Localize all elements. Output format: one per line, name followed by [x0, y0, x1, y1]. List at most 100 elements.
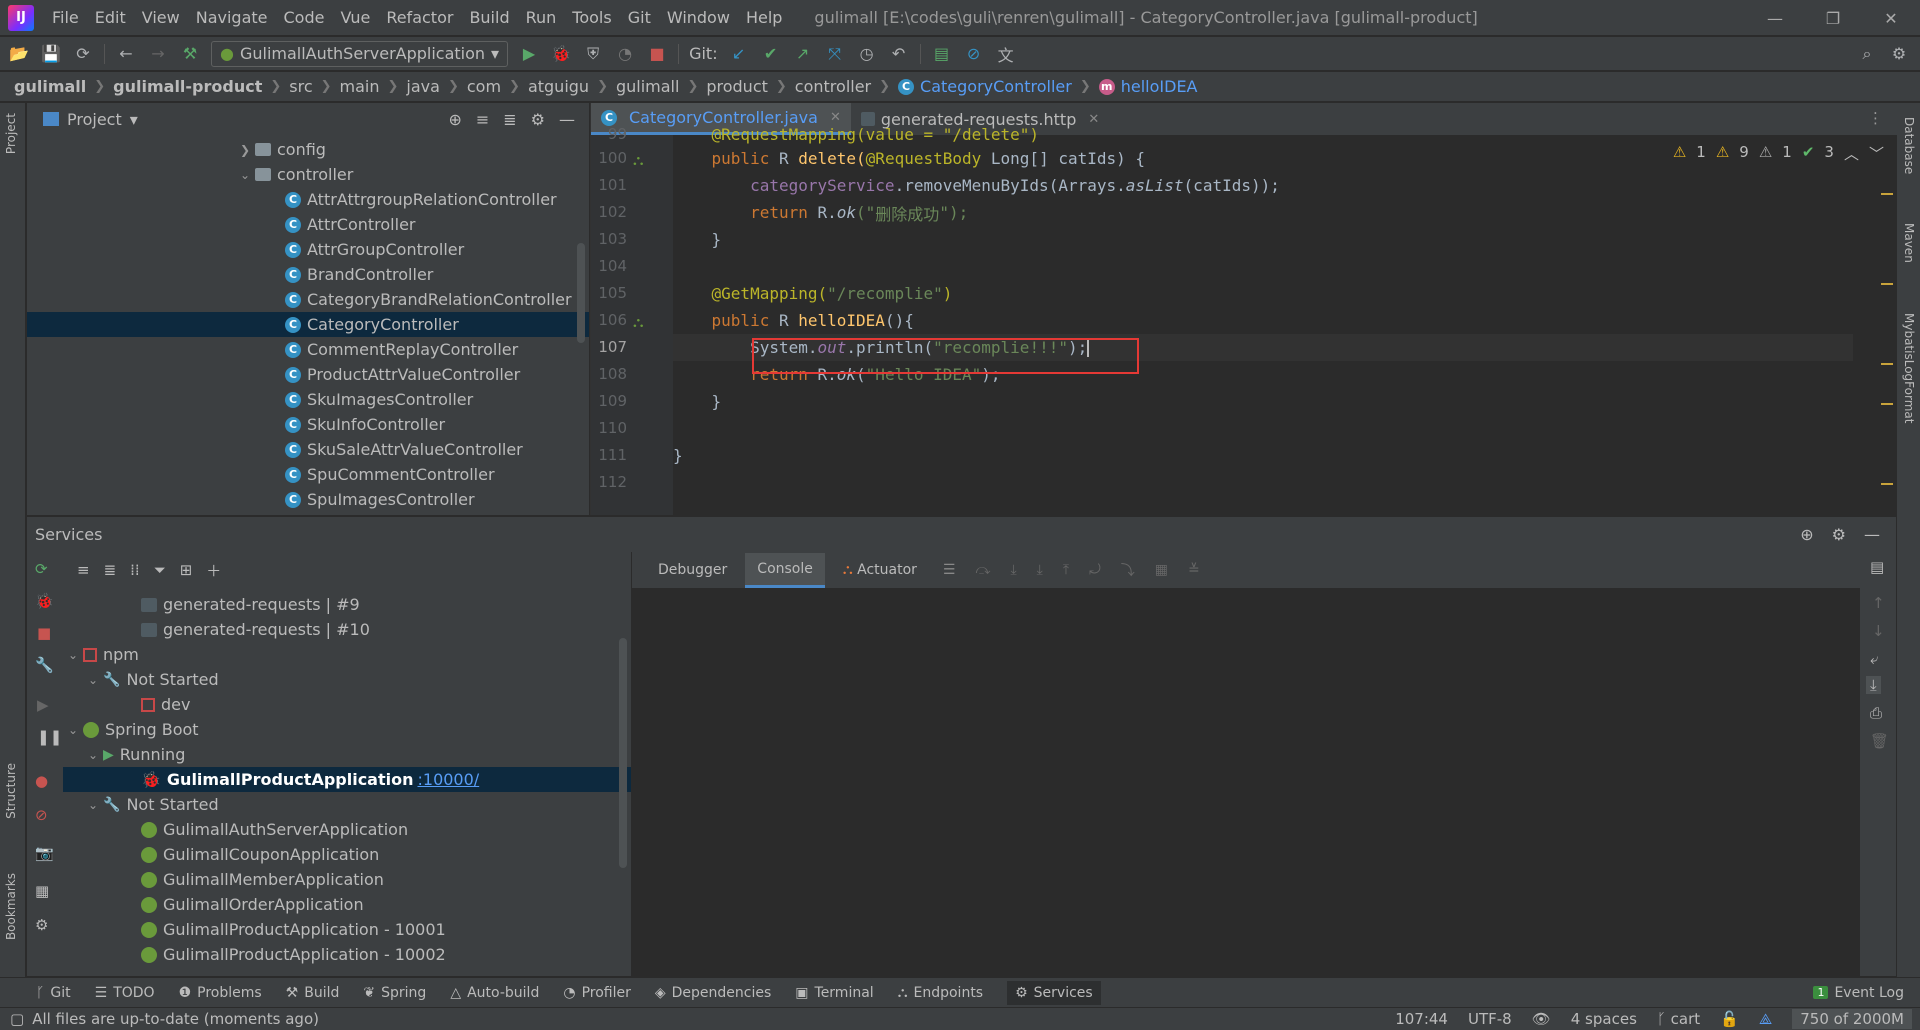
list-item[interactable]: GulimallAuthServerApplication — [141, 817, 408, 842]
disable-icon[interactable]: ⊘ — [963, 43, 985, 65]
breadcrumb-item[interactable]: gulimall — [14, 77, 86, 96]
add-service-icon[interactable]: ＋ — [206, 560, 221, 581]
list-item[interactable]: GulimallProductApplication - 10001 — [141, 917, 446, 942]
pause-icon[interactable]: ❚❚ — [37, 728, 62, 746]
tree-node-not-started[interactable]: ⌄ 🔧 Not Started — [83, 667, 219, 692]
resume-icon[interactable]: ▶ — [37, 696, 49, 714]
tool-terminal[interactable]: ▣ Terminal — [795, 985, 873, 1001]
spring-endpoint-icon[interactable]: ⛬ — [633, 151, 644, 169]
run-to-cursor-icon[interactable]: ⤵ — [1121, 560, 1135, 580]
back-icon[interactable]: ← — [115, 43, 137, 65]
chevron-down-icon[interactable]: ⌄ — [83, 673, 103, 687]
bookmarks-tool-button[interactable]: Bookmarks — [4, 873, 18, 940]
spring-endpoint-icon[interactable]: ⛬ — [633, 313, 644, 331]
monitor-icon[interactable]: ▤ — [931, 43, 953, 65]
globe-icon[interactable]: ⊕ — [1800, 525, 1813, 544]
git-commit-icon[interactable]: ✔ — [760, 43, 782, 65]
stop-icon[interactable]: ■ — [646, 43, 668, 65]
tab-actuator[interactable]: ⛬ Actuator — [831, 554, 929, 586]
print-icon[interactable]: ⎙ — [1870, 704, 1882, 722]
menu-build[interactable]: Build — [461, 8, 517, 27]
tree-class-item[interactable]: C ProductAttrValueController — [285, 362, 520, 387]
tool-spring[interactable]: ❦ Spring — [363, 985, 426, 1001]
trash-icon[interactable]: 🗑 — [1870, 732, 1889, 750]
menu-edit[interactable]: Edit — [87, 8, 134, 27]
save-icon[interactable]: 💾 — [40, 43, 62, 65]
tree-class-item[interactable]: C SkuInfoController — [285, 412, 445, 437]
port-link[interactable]: :10000/ — [418, 770, 480, 789]
chevron-down-icon[interactable]: ⌄ — [63, 648, 83, 662]
tool-services[interactable]: ⚙ Services — [1007, 980, 1101, 1005]
tree-node-npm[interactable]: ⌄ npm — [63, 642, 139, 667]
stop-icon[interactable]: ■ — [37, 624, 51, 642]
step-into-icon[interactable]: ⤓ — [1010, 562, 1016, 578]
tree-class-item[interactable]: C SpuImagesController — [285, 487, 475, 512]
list-item[interactable]: GulimallMemberApplication — [141, 867, 384, 892]
gear-icon[interactable]: ⚙ — [1832, 525, 1846, 544]
debug-icon[interactable]: 🐞 — [35, 592, 54, 610]
indent-setting[interactable]: 4 spaces — [1571, 1010, 1637, 1028]
menu-git[interactable]: Git — [620, 8, 659, 27]
menu-window[interactable]: Window — [659, 8, 738, 27]
sync-status-icon[interactable]: ⟁ — [1759, 1010, 1772, 1028]
menu-icon[interactable]: ☰ — [943, 562, 956, 578]
menu-tools[interactable]: Tools — [564, 8, 619, 27]
menu-refactor[interactable]: Refactor — [378, 8, 461, 27]
hide-icon[interactable]: — — [1864, 525, 1880, 544]
chevron-down-icon[interactable]: ⌄ — [83, 748, 103, 762]
settings-gear-icon[interactable]: ⚙ — [1888, 43, 1910, 65]
breadcrumb-item[interactable]: main — [340, 77, 380, 96]
list-item[interactable]: GulimallOrderApplication — [141, 892, 364, 917]
tree-class-item[interactable]: C SpuCommentController — [285, 462, 495, 487]
tree-class-item-selected[interactable]: C CategoryController — [27, 312, 589, 337]
locate-icon[interactable]: ⊕ — [448, 110, 461, 129]
tool-git[interactable]: ᚴ Git — [36, 985, 71, 1001]
run-configuration-dropdown[interactable]: ● GulimallAuthServerApplication ▾ — [211, 40, 509, 67]
run-icon[interactable]: ▶ — [518, 43, 540, 65]
mute-breakpoints-icon[interactable]: ⊘ — [35, 806, 48, 824]
tree-folder-config[interactable]: ❯ config — [235, 137, 326, 162]
soft-wrap-icon[interactable]: ⤶ — [1870, 650, 1878, 668]
git-update-icon[interactable]: ↙ — [728, 43, 750, 65]
project-panel-title[interactable]: Project — [67, 110, 122, 129]
list-item[interactable]: GulimallCouponApplication — [141, 842, 379, 867]
list-item[interactable]: generated-requests | #10 — [141, 617, 370, 642]
menu-view[interactable]: View — [134, 8, 188, 27]
more-options-icon[interactable]: ⋮ — [1854, 103, 1897, 135]
structure-tool-button[interactable]: Structure — [4, 763, 18, 819]
maven-tool-button[interactable]: Maven — [1902, 223, 1916, 263]
status-icon[interactable]: ▢ — [10, 1010, 24, 1028]
tree-node-product-app-selected[interactable]: 🐞 GulimallProductApplication:10000/ — [63, 767, 631, 792]
debug-icon[interactable]: 🐞 — [550, 43, 572, 65]
collapse-all-icon[interactable]: ≣ — [503, 110, 516, 129]
tree-class-item[interactable]: C CategoryBrandRelationController — [285, 287, 572, 312]
rollback-icon[interactable]: ↶ — [888, 43, 910, 65]
tool-problems[interactable]: ❶ Problems — [179, 985, 262, 1001]
tool-auto-build[interactable]: △ Auto-build — [450, 985, 539, 1001]
down-arrow-icon[interactable]: ↓ — [1872, 622, 1885, 640]
tree-class-item[interactable]: C SkuImagesController — [285, 387, 473, 412]
wrench-icon[interactable]: 🔧 — [35, 656, 54, 674]
mybatis-log-tool-button[interactable]: MybatisLogFormat — [1902, 313, 1916, 423]
scrollbar[interactable] — [577, 243, 585, 343]
tree-node-dev[interactable]: dev — [141, 692, 190, 717]
new-tab-icon[interactable]: ⊞ — [180, 561, 193, 579]
git-branch-widget[interactable]: ᚴ cart — [1657, 1010, 1700, 1028]
translate-icon[interactable]: 文 — [995, 43, 1017, 65]
tool-dependencies[interactable]: ◈ Dependencies — [655, 985, 771, 1001]
chevron-down-icon[interactable]: ⌄ — [63, 723, 83, 737]
tree-node-not-started[interactable]: ⌄ 🔧 Not Started — [83, 792, 219, 817]
tool-todo[interactable]: ☰ TODO — [95, 985, 155, 1001]
tree-class-item[interactable]: C CommentReplayController — [285, 337, 518, 362]
breakpoints-icon[interactable]: ● — [35, 772, 48, 790]
tool-endpoints[interactable]: ⛬ Endpoints — [898, 985, 983, 1001]
tree-folder-controller[interactable]: ⌄ controller — [235, 162, 353, 187]
tree-class-item[interactable]: C AttrController — [285, 212, 416, 237]
project-tool-button[interactable]: Project — [4, 113, 18, 154]
breadcrumb-item[interactable]: atguigu — [528, 77, 589, 96]
console-output[interactable] — [632, 588, 1860, 976]
git-push-icon[interactable]: ↗ — [792, 43, 814, 65]
minimize-icon[interactable]: — — [1746, 0, 1804, 36]
breadcrumb-item[interactable]: gulimall — [616, 77, 679, 96]
drop-frame-icon[interactable]: ⤾ — [1089, 562, 1101, 578]
